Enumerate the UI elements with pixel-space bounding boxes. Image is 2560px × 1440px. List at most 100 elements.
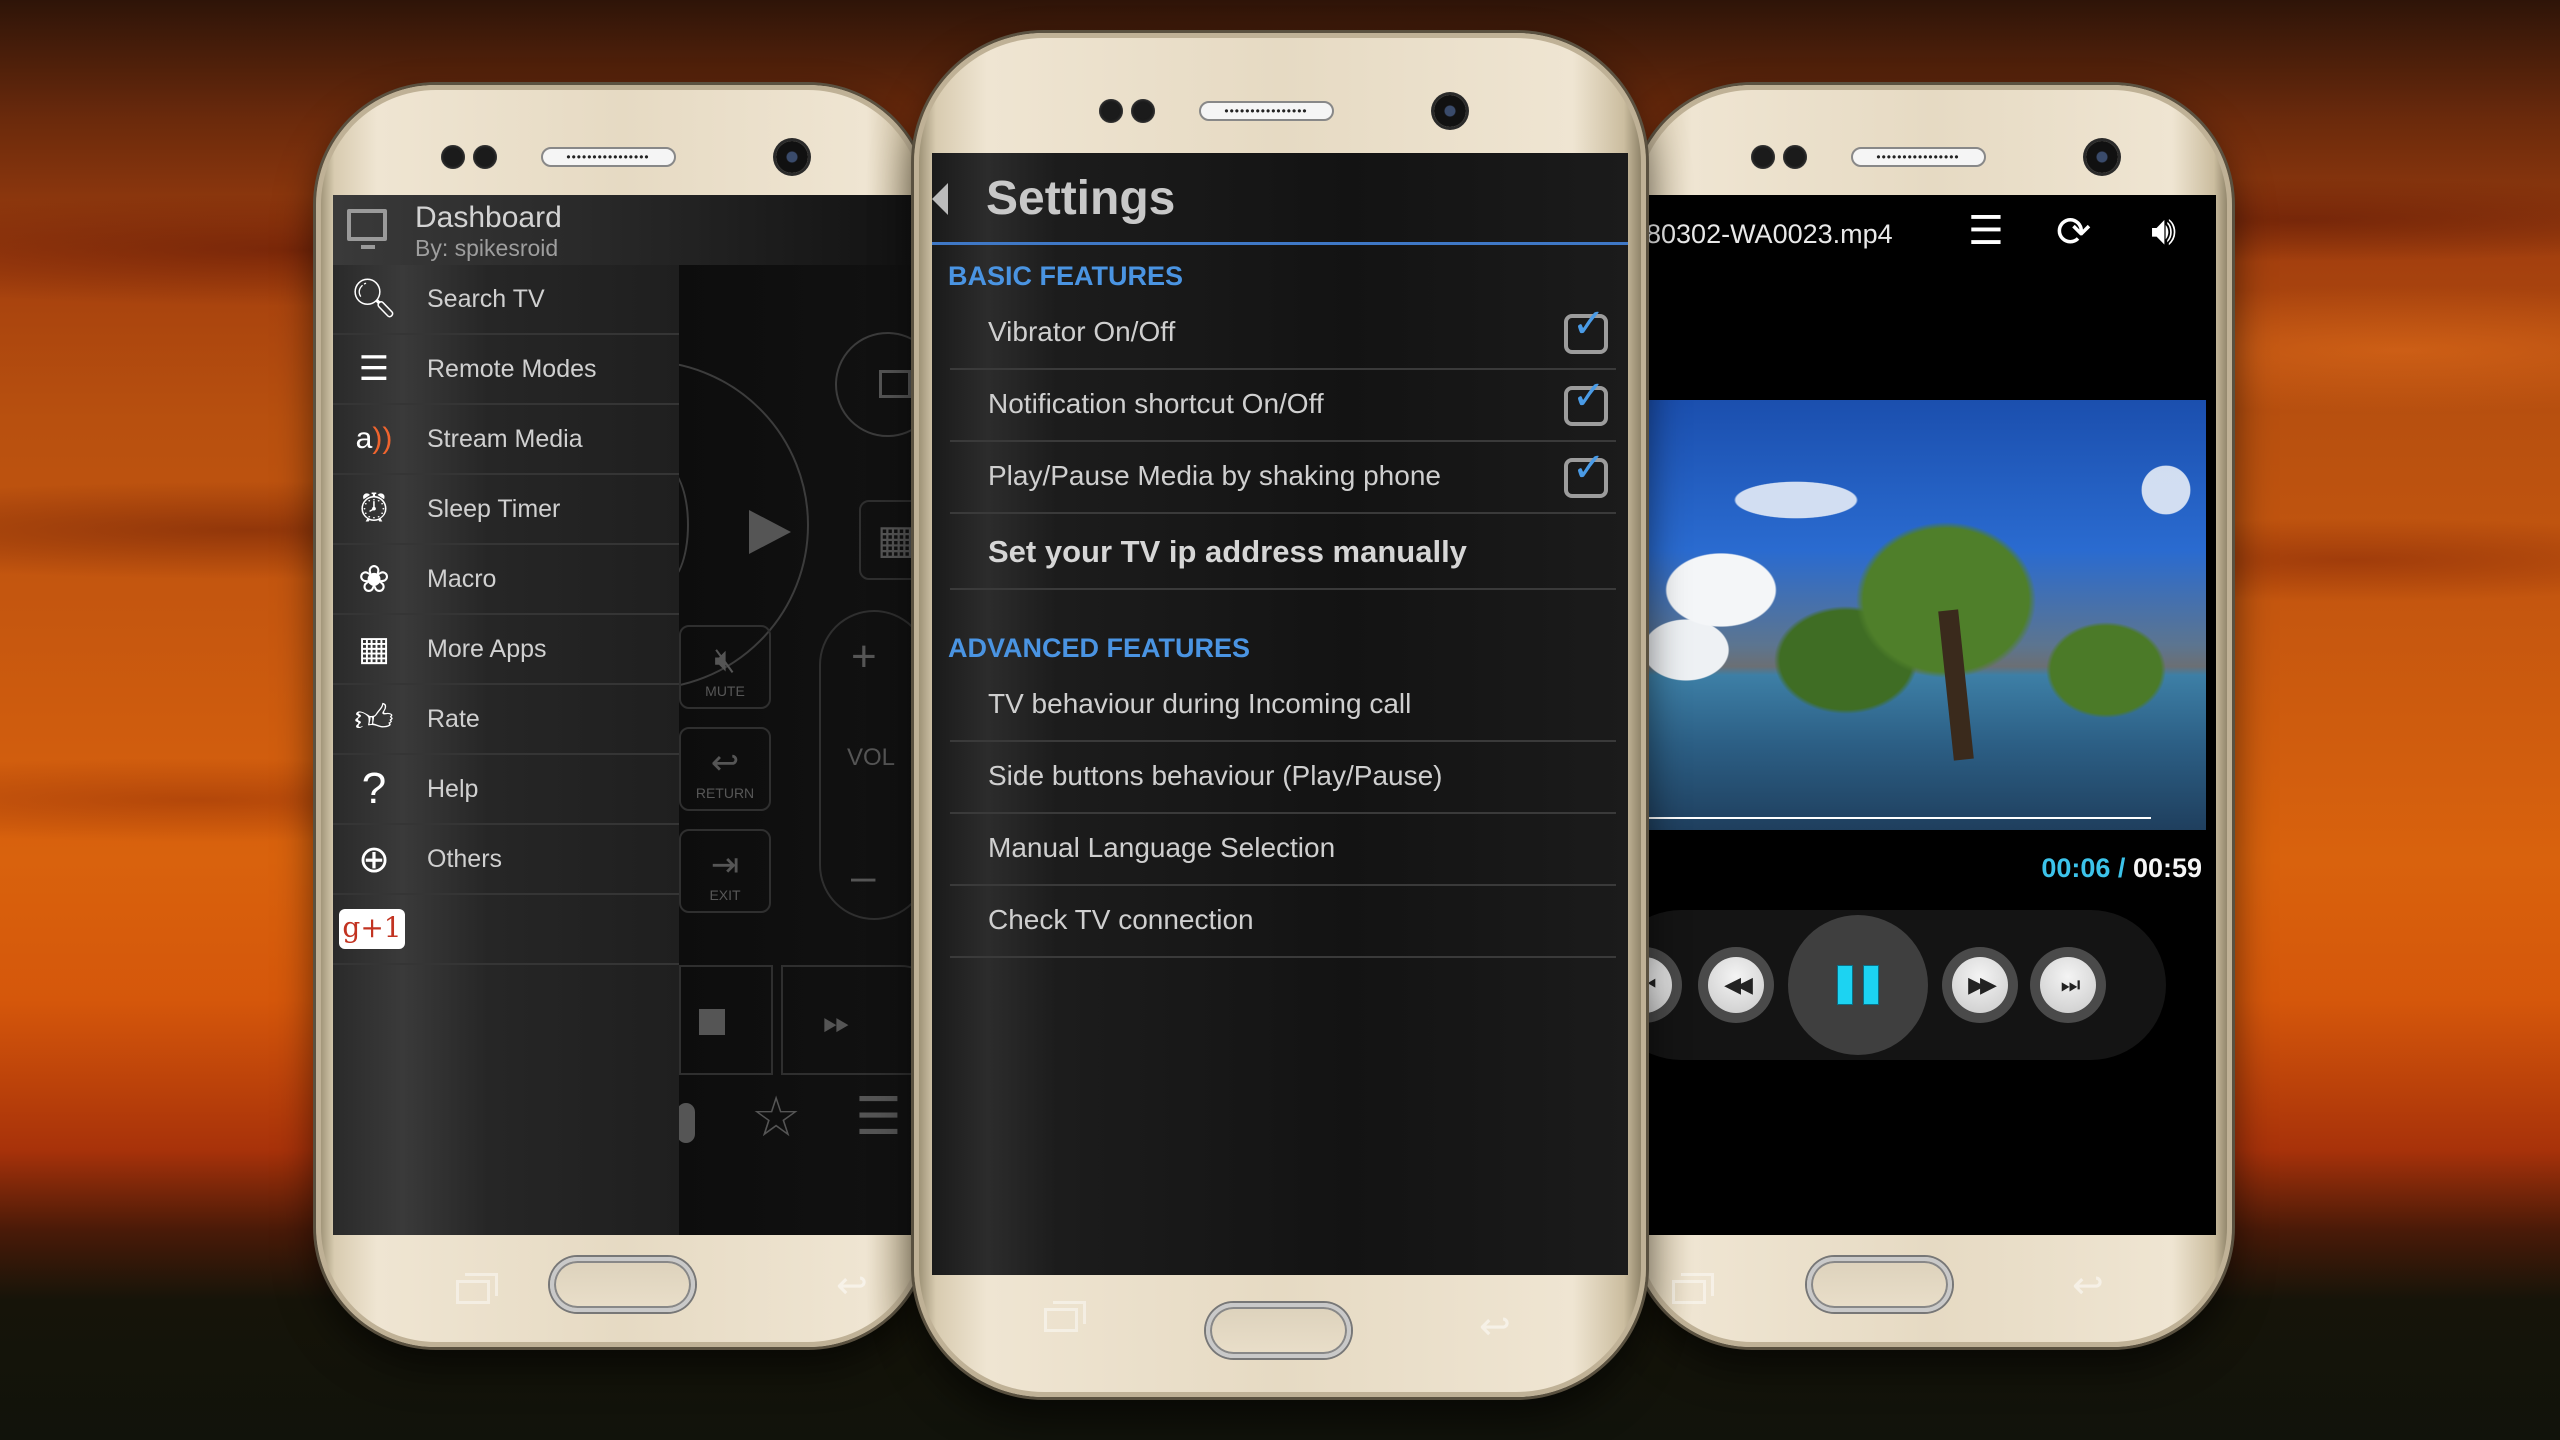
- back-arrow-icon[interactable]: [932, 183, 948, 215]
- plus-circle-icon: ⊕: [358, 838, 390, 881]
- video-frame[interactable]: [1646, 400, 2206, 830]
- navigation-drawer: 🔍︎ Search TV ☰ Remote Modes a)) Stream M…: [333, 265, 679, 1235]
- fast-forward-icon: ⏩︎: [823, 1003, 851, 1041]
- section-title-advanced: ADVANCED FEATURES: [948, 633, 1251, 663]
- tv-icon: [347, 209, 387, 249]
- exit-icon: ⇥: [710, 846, 740, 884]
- home-button[interactable]: [550, 1257, 695, 1312]
- current-time: 00:06: [2041, 853, 2111, 883]
- sliders-icon: ☰: [358, 350, 390, 388]
- microphone-icon[interactable]: [677, 1103, 695, 1143]
- drawer-item-search-tv[interactable]: 🔍︎ Search TV: [333, 265, 679, 335]
- play-icon[interactable]: [749, 510, 791, 554]
- google-plus-one-button[interactable]: g+1: [339, 909, 405, 949]
- mute-button[interactable]: 🔇︎ MUTE: [679, 625, 771, 709]
- volume-up-button[interactable]: +: [851, 632, 877, 682]
- drawer-item-more-apps[interactable]: ▦ More Apps: [333, 615, 679, 685]
- return-icon: ↩: [710, 744, 740, 782]
- grid-icon: ▦: [357, 630, 391, 668]
- drawer-item-macro[interactable]: ❀ Macro: [333, 545, 679, 615]
- home-button[interactable]: [1206, 1303, 1351, 1358]
- drawer-title: Dashboard: [415, 201, 562, 234]
- drawer-item-help[interactable]: ? Help: [333, 755, 679, 825]
- input-source-icon: [879, 370, 911, 398]
- checkmark-icon: ✓: [1572, 446, 1606, 490]
- time-separator: /: [2110, 853, 2133, 883]
- drawer-header: Dashboard By: spikesroid: [333, 195, 929, 265]
- favorite-star-icon[interactable]: ☆: [751, 1089, 801, 1145]
- stop-icon: [699, 1009, 725, 1035]
- recent-apps-key-icon[interactable]: [1044, 1301, 1086, 1332]
- recent-apps-key-icon[interactable]: [1672, 1273, 1714, 1304]
- front-camera-icon: [775, 141, 808, 173]
- earpiece-speaker: [540, 147, 676, 167]
- keypad-icon: ▦: [877, 518, 915, 562]
- skip-previous-icon: ⏮︎: [1646, 957, 1672, 1013]
- drawer-item-sleep-timer[interactable]: ⏰︎ Sleep Timer: [333, 475, 679, 545]
- earpiece-speaker: [1850, 147, 1986, 167]
- phone-left: ▦ 🔇︎ MUTE ↩ RETURN ⇥ EXIT + VOL –: [316, 85, 929, 1347]
- back-key-icon[interactable]: ↩: [836, 1267, 868, 1305]
- sensor-icon: [472, 145, 497, 169]
- setting-vibrator[interactable]: Vibrator On/Off ✓: [950, 298, 1616, 370]
- sensor-icon: [1750, 145, 1775, 169]
- page-title: Settings: [986, 172, 1176, 225]
- setting-manual-language[interactable]: Manual Language Selection: [950, 814, 1616, 886]
- previous-button[interactable]: ⏮︎: [1646, 947, 1682, 1023]
- screen-rotate-icon[interactable]: ⟳: [2056, 211, 2091, 253]
- pause-button[interactable]: [1788, 915, 1928, 1055]
- fast-forward-button[interactable]: ⏩︎: [781, 965, 929, 1075]
- drawer-subtitle: By: spikesroid: [415, 235, 559, 261]
- shake-play-pause-checkbox[interactable]: ✓: [1564, 448, 1608, 498]
- playback-time: 00:06 / 00:59: [2041, 853, 2202, 884]
- setting-side-buttons-behaviour[interactable]: Side buttons behaviour (Play/Pause): [950, 742, 1616, 814]
- setting-tv-ip-address[interactable]: Set your TV ip address manually: [950, 514, 1616, 590]
- recent-apps-key-icon[interactable]: [456, 1273, 498, 1304]
- drawer-item-remote-modes[interactable]: ☰ Remote Modes: [333, 335, 679, 405]
- menu-icon[interactable]: ☰: [855, 1091, 902, 1143]
- exit-button[interactable]: ⇥ EXIT: [679, 829, 771, 913]
- setting-incoming-call-behaviour[interactable]: TV behaviour during Incoming call: [950, 670, 1616, 742]
- sensor-icon: [1130, 99, 1155, 123]
- thumbs-up-icon: 👍︎: [354, 697, 394, 740]
- setting-check-tv-connection[interactable]: Check TV connection: [950, 886, 1616, 958]
- stream-media-icon: a)): [355, 422, 393, 455]
- back-key-icon[interactable]: ↩: [1479, 1308, 1511, 1346]
- drawer-item-rate[interactable]: 👍︎ Rate: [333, 685, 679, 755]
- setting-notification-shortcut[interactable]: Notification shortcut On/Off ✓: [950, 370, 1616, 442]
- phone-center: Settings BASIC FEATURES Vibrator On/Off …: [914, 33, 1646, 1397]
- remote-panel: ▦ 🔇︎ MUTE ↩ RETURN ⇥ EXIT + VOL – ⏩︎ ☆ ☰: [479, 265, 929, 1235]
- search-tv-icon: 🔍︎: [349, 278, 399, 320]
- volume-down-button[interactable]: –: [851, 852, 875, 902]
- phone-top-features: [1632, 137, 2232, 177]
- pause-icon-bar: [1863, 965, 1879, 1005]
- setting-shake-play-pause[interactable]: Play/Pause Media by shaking phone ✓: [950, 442, 1616, 514]
- seek-bar[interactable]: [1646, 817, 2151, 819]
- volume-icon[interactable]: 🔊︎: [2151, 211, 2176, 251]
- playlist-icon[interactable]: ☰: [1968, 211, 2004, 251]
- notification-shortcut-checkbox[interactable]: ✓: [1564, 376, 1608, 426]
- checkmark-icon: ✓: [1572, 302, 1606, 346]
- home-button[interactable]: [1807, 1257, 1952, 1312]
- return-button[interactable]: ↩ RETURN: [679, 727, 771, 811]
- drawer-item-others[interactable]: ⊕ Others: [333, 825, 679, 895]
- vibrator-checkbox[interactable]: ✓: [1564, 304, 1608, 354]
- front-camera-icon: [2085, 141, 2118, 173]
- rewind-button[interactable]: ◀◀: [1698, 947, 1774, 1023]
- drawer-item-gplus: g+1: [333, 895, 679, 965]
- stop-button[interactable]: [679, 965, 773, 1075]
- pause-icon: [1837, 965, 1853, 1005]
- next-button[interactable]: ⏭︎: [2030, 947, 2106, 1023]
- phone-right: 80302-WA0023.mp4 ☰ ⟳ 🔊︎ 00:06 / 00:59 ⏮︎…: [1632, 85, 2232, 1347]
- rewind-icon: ◀◀: [1708, 957, 1764, 1013]
- drawer-item-stream-media[interactable]: a)) Stream Media: [333, 405, 679, 475]
- checkmark-icon: ✓: [1572, 374, 1606, 418]
- phone-top-features: [914, 91, 1646, 131]
- back-key-icon[interactable]: ↩: [2072, 1267, 2104, 1305]
- lotus-icon: ❀: [358, 558, 390, 601]
- fast-forward-button[interactable]: ▶▶: [1942, 947, 2018, 1023]
- sensor-icon: [1098, 99, 1123, 123]
- volume-rocker[interactable]: + VOL –: [819, 610, 929, 920]
- section-title-basic: BASIC FEATURES: [948, 261, 1184, 291]
- alarm-clock-icon: ⏰︎: [359, 487, 389, 530]
